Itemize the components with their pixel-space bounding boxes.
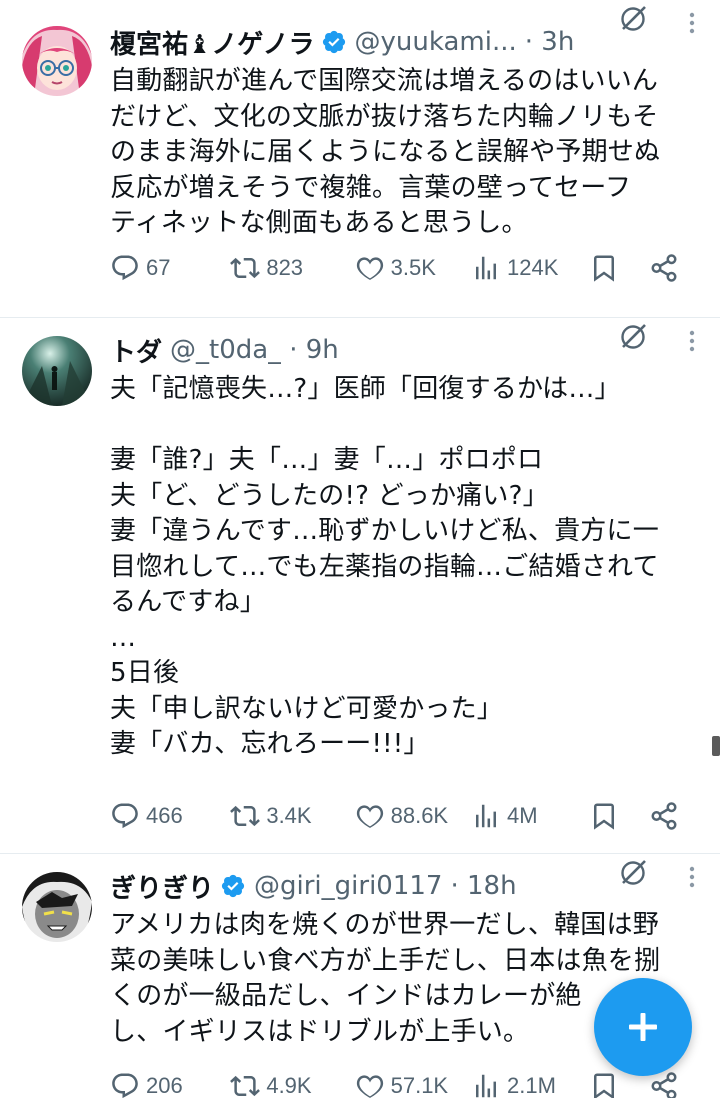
views-count: 2.1M [507,1073,556,1098]
tweet-actions: 206 4.9K 57.1K 2.1M [110,1066,688,1098]
retweet-button[interactable]: 823 [230,253,354,283]
views-button[interactable]: 124K [471,253,589,283]
retweet-button[interactable]: 4.9K [230,1071,354,1098]
retweet-count: 3.4K [266,803,312,828]
views-button[interactable]: 2.1M [471,1071,589,1098]
author-name[interactable]: トダ [110,332,162,369]
like-count: 88.6K [390,803,449,828]
share-icon [651,1072,677,1098]
bookmark-icon [594,255,615,282]
views-icon [476,804,496,828]
grok-icon[interactable] [618,322,648,352]
tweet-text: 自動翻訳が進んで国際交流は増えるのはいいん だけど、文化の文脈が抜け落ちた内輪ノ… [110,66,661,238]
retweet-button[interactable]: 3.4K [230,801,354,831]
reply-icon [112,1073,138,1098]
like-button[interactable]: 3.5K [355,253,471,283]
like-button[interactable]: 88.6K [355,801,471,831]
timeline: 榎宮祐♝ノゲノラ @yuukami... · 3h 自動翻訳が進んで国際交流は増… [0,0,720,1098]
author-handle[interactable]: @_t0da_ [170,335,281,365]
share-button[interactable] [649,1071,688,1098]
tweet-actions: 67 823 3.5K 124K [110,248,688,288]
reply-button[interactable]: 67 [110,253,230,283]
grok-icon[interactable] [618,858,648,888]
heart-icon [356,257,383,280]
author-name[interactable]: 榎宮祐♝ノゲノラ [110,24,315,61]
retweet-count: 823 [266,255,304,280]
views-icon [476,256,496,280]
retweet-count: 4.9K [266,1073,312,1098]
reply-button[interactable]: 466 [110,801,230,831]
views-count: 4M [507,803,538,828]
reply-icon [112,803,138,829]
views-icon [476,1074,496,1098]
plus-icon [629,1013,657,1041]
more-icon[interactable] [688,12,696,34]
share-button[interactable] [649,801,688,831]
share-button[interactable] [649,253,688,283]
author-handle[interactable]: @yuukami... [355,27,517,57]
verified-badge-icon [220,873,246,899]
reply-icon [112,255,138,281]
reply-button[interactable]: 206 [110,1071,230,1098]
tweet[interactable]: トダ @_t0da_ · 9h 夫「記憶喪失…?」医師「回復するかは…」 妻「誰… [0,318,720,854]
share-icon [651,802,677,830]
tweet-content: トダ @_t0da_ · 9h 夫「記憶喪失…?」医師「回復するかは…」 妻「誰… [110,330,698,763]
avatar[interactable] [22,336,92,406]
tweet-content: 榎宮祐♝ノゲノラ @yuukami... · 3h 自動翻訳が進んで国際交流は増… [110,22,698,242]
reply-count: 67 [146,255,171,280]
author-name[interactable]: ぎりぎり [110,868,214,905]
reply-count: 466 [146,803,183,828]
tweet-actions: 466 3.4K 88.6K 4M [110,796,688,836]
like-count: 3.5K [390,255,436,280]
bookmark-icon [594,1073,615,1098]
bookmark-button[interactable] [589,801,648,831]
tweet-time[interactable]: · 9h [289,335,339,365]
tweet[interactable]: 榎宮祐♝ノゲノラ @yuukami... · 3h 自動翻訳が進んで国際交流は増… [0,0,720,318]
more-icon[interactable] [688,330,696,352]
verified-badge-icon [321,29,347,55]
tweet-header: ぎりぎり @giri_giri0117 · 18h [110,866,698,906]
tweet-header: トダ @_t0da_ · 9h [110,330,698,370]
tweet-header: 榎宮祐♝ノゲノラ @yuukami... · 3h [110,22,698,62]
retweet-icon [230,257,261,279]
grok-icon[interactable] [618,4,648,34]
compose-button[interactable] [594,978,692,1076]
views-count: 124K [507,255,559,280]
share-icon [651,254,677,282]
tweet-time[interactable]: · 18h [450,871,516,901]
retweet-icon [230,805,261,827]
like-count: 57.1K [390,1073,449,1098]
bookmark-button[interactable] [589,253,648,283]
reply-count: 206 [146,1073,183,1098]
retweet-icon [230,1075,261,1097]
author-handle[interactable]: @giri_giri0117 [254,871,442,901]
avatar[interactable] [22,26,92,96]
avatar[interactable] [22,872,92,942]
tweet-text: 夫「記憶喪失…?」医師「回復するかは…」 妻「誰?」夫「…」妻「…」ポロポロ 夫… [110,374,659,759]
heart-icon [356,1075,383,1098]
scrollbar-thumb[interactable] [712,736,720,756]
like-button[interactable]: 57.1K [355,1071,471,1098]
bookmark-icon [594,803,615,830]
heart-icon [356,805,383,828]
more-icon[interactable] [688,866,696,888]
views-button[interactable]: 4M [471,801,589,831]
tweet-time[interactable]: · 3h [525,27,575,57]
